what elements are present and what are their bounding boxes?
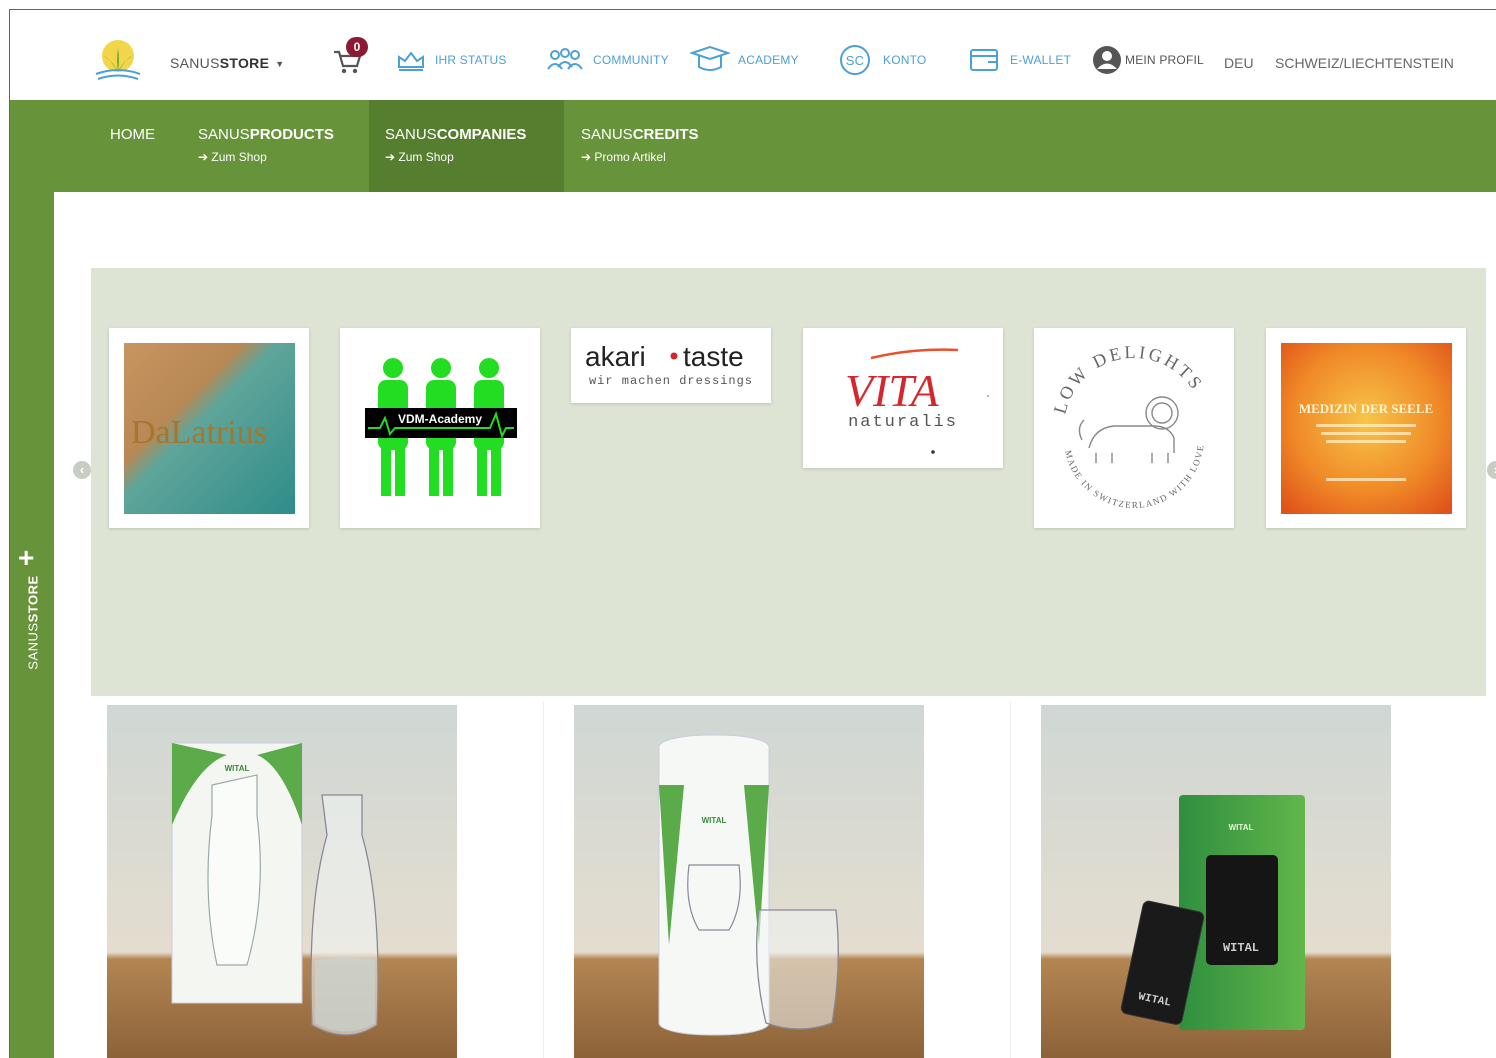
carousel-next-arrow-icon[interactable]: › <box>1487 461 1496 479</box>
graduation-cap-icon <box>690 45 730 71</box>
region-selector[interactable]: SCHWEIZ/LIECHTENSTEIN <box>1275 55 1454 71</box>
nav-ihr-status[interactable]: IHR STATUS <box>395 45 507 75</box>
store-bold: STORE <box>219 55 270 71</box>
nav-academy-label: ACADEMY <box>738 53 799 67</box>
sanusstore-sidebar[interactable]: + SANUSSTORE <box>10 100 54 1058</box>
svg-text:VDM-Academy: VDM-Academy <box>398 412 482 426</box>
nav-e-wallet-label: E-WALLET <box>1010 53 1072 67</box>
subnav-sanuscompanies-label: SANUSCOMPANIES <box>385 126 527 143</box>
sidebar-label: SANUSSTORE <box>25 575 41 670</box>
svg-text:VITA: VITA <box>845 365 940 416</box>
product-card-wital-card[interactable]: WITAL WITAL WITAL <box>1041 705 1391 1058</box>
community-icon <box>547 48 583 70</box>
column-divider <box>1010 702 1011 1058</box>
carousel-prev-arrow-icon[interactable]: ‹ <box>73 461 91 479</box>
company-card-vdm-academy[interactable]: VDM-Academy <box>340 328 540 528</box>
nav-academy[interactable]: ACADEMY <box>690 45 799 75</box>
subnav-sanusproducts-link[interactable]: ➔ Zum Shop <box>198 150 267 164</box>
caret-down-icon: ▼ <box>275 59 285 70</box>
company-card-low-delights[interactable]: LOW DELIGHTS MADE IN SWITZERLAND WITH LO… <box>1034 328 1234 528</box>
subnav-sanusproducts[interactable]: SANUSPRODUCTS ➔ Zum Shop <box>184 100 369 192</box>
medizin-der-seele-logo: MEDIZIN DER SEELE <box>1281 343 1452 514</box>
svg-text:WITAL: WITAL <box>225 764 250 773</box>
subnav-sanuscompanies-link[interactable]: ➔ Zum Shop <box>385 150 454 164</box>
nav-e-wallet[interactable]: E-WALLET <box>968 45 1071 75</box>
svg-text:SC: SC <box>846 53 864 68</box>
column-divider <box>543 702 544 1058</box>
store-dropdown[interactable]: SANUSSTORE ▼ <box>170 55 284 71</box>
nav-community[interactable]: COMMUNITY <box>545 45 669 75</box>
subnav-home[interactable]: HOME <box>54 100 204 192</box>
svg-text:taste: taste <box>683 341 744 372</box>
page-frame: SANUSSTORE ▼ 0 IHR STATUS COMMUNITY ACAD… <box>9 9 1496 1058</box>
svg-text:naturalis: naturalis <box>848 413 958 432</box>
product-card-carafe[interactable]: WITAL <box>107 705 457 1058</box>
svg-text:LOW DELIGHTS: LOW DELIGHTS <box>1050 342 1208 416</box>
svg-text:WITAL: WITAL <box>1223 941 1259 955</box>
subnav-sanuscredits-link[interactable]: ➔ Promo Artikel <box>581 150 666 164</box>
top-header: SANUSSTORE ▼ 0 IHR STATUS COMMUNITY ACAD… <box>10 10 1496 100</box>
nav-ihr-status-label: IHR STATUS <box>435 53 507 67</box>
svg-text:MEDIZIN DER SEELE: MEDIZIN DER SEELE <box>1299 401 1433 416</box>
company-card-vita-naturalis[interactable]: VITA naturalis <box>803 328 1003 468</box>
cart-count-badge: 0 <box>346 37 368 57</box>
svg-text:akari: akari <box>585 341 646 372</box>
language-selector[interactable]: DEU <box>1224 55 1254 71</box>
wallet-icon <box>970 49 998 71</box>
nav-mein-profil-label: MEIN PROFIL <box>1125 53 1204 67</box>
sc-coin-icon: SC <box>840 45 870 75</box>
company-card-medizin-der-seele[interactable]: MEDIZIN DER SEELE <box>1266 328 1466 528</box>
product-image-carafe: WITAL <box>107 705 457 1058</box>
nav-konto[interactable]: SC KONTO <box>839 45 926 75</box>
user-avatar-icon <box>1093 46 1121 74</box>
nav-mein-profil[interactable]: MEIN PROFIL <box>1091 45 1204 75</box>
svg-text:WITAL: WITAL <box>702 816 727 825</box>
nav-community-label: COMMUNITY <box>593 53 669 67</box>
product-card-glass[interactable]: WITAL <box>574 705 924 1058</box>
low-delights-logo: LOW DELIGHTS MADE IN SWITZERLAND WITH LO… <box>1050 342 1208 510</box>
subnav-sanuscredits[interactable]: SANUSCREDITS ➔ Promo Artikel <box>564 100 744 192</box>
svg-text:MADE IN SWITZERLAND WITH LOVE: MADE IN SWITZERLAND WITH LOVE <box>1063 443 1206 510</box>
subnav-sanuscredits-label: SANUSCREDITS <box>581 126 699 143</box>
svg-text:DaLatrius: DaLatrius <box>131 414 267 451</box>
subnav-sanuscompanies[interactable]: SANUSCOMPANIES ➔ Zum Shop <box>369 100 564 192</box>
subnav-home-label: HOME <box>110 126 155 143</box>
nav-konto-label: KONTO <box>883 53 927 67</box>
svg-text:wir machen dressings: wir machen dressings <box>589 374 753 388</box>
product-image-glass: WITAL <box>574 705 924 1058</box>
company-card-dalatrius[interactable]: DaLatrius <box>109 328 309 528</box>
subnav-sanusproducts-label: SANUSPRODUCTS <box>198 126 334 143</box>
main-subnav: HOME SANUSPRODUCTS ➔ Zum Shop SANUSCOMPA… <box>54 100 1496 192</box>
vdm-academy-logo: VDM-Academy <box>365 358 517 496</box>
akari-taste-logo: akari taste wir machen dressings <box>585 341 753 388</box>
sanusstore-logo[interactable] <box>90 36 146 84</box>
svg-text:WITAL: WITAL <box>1229 823 1254 832</box>
store-prefix: SANUS <box>170 55 220 71</box>
crown-icon <box>398 51 424 71</box>
companies-carousel: ‹ › DaLatrius <box>73 268 1496 696</box>
vita-naturalis-logo: VITA naturalis <box>845 348 989 454</box>
product-image-wital-card: WITAL WITAL WITAL <box>1041 705 1391 1058</box>
dalatrius-logo: DaLatrius <box>124 343 295 514</box>
company-card-akari-taste[interactable]: akari taste wir machen dressings <box>571 328 771 403</box>
